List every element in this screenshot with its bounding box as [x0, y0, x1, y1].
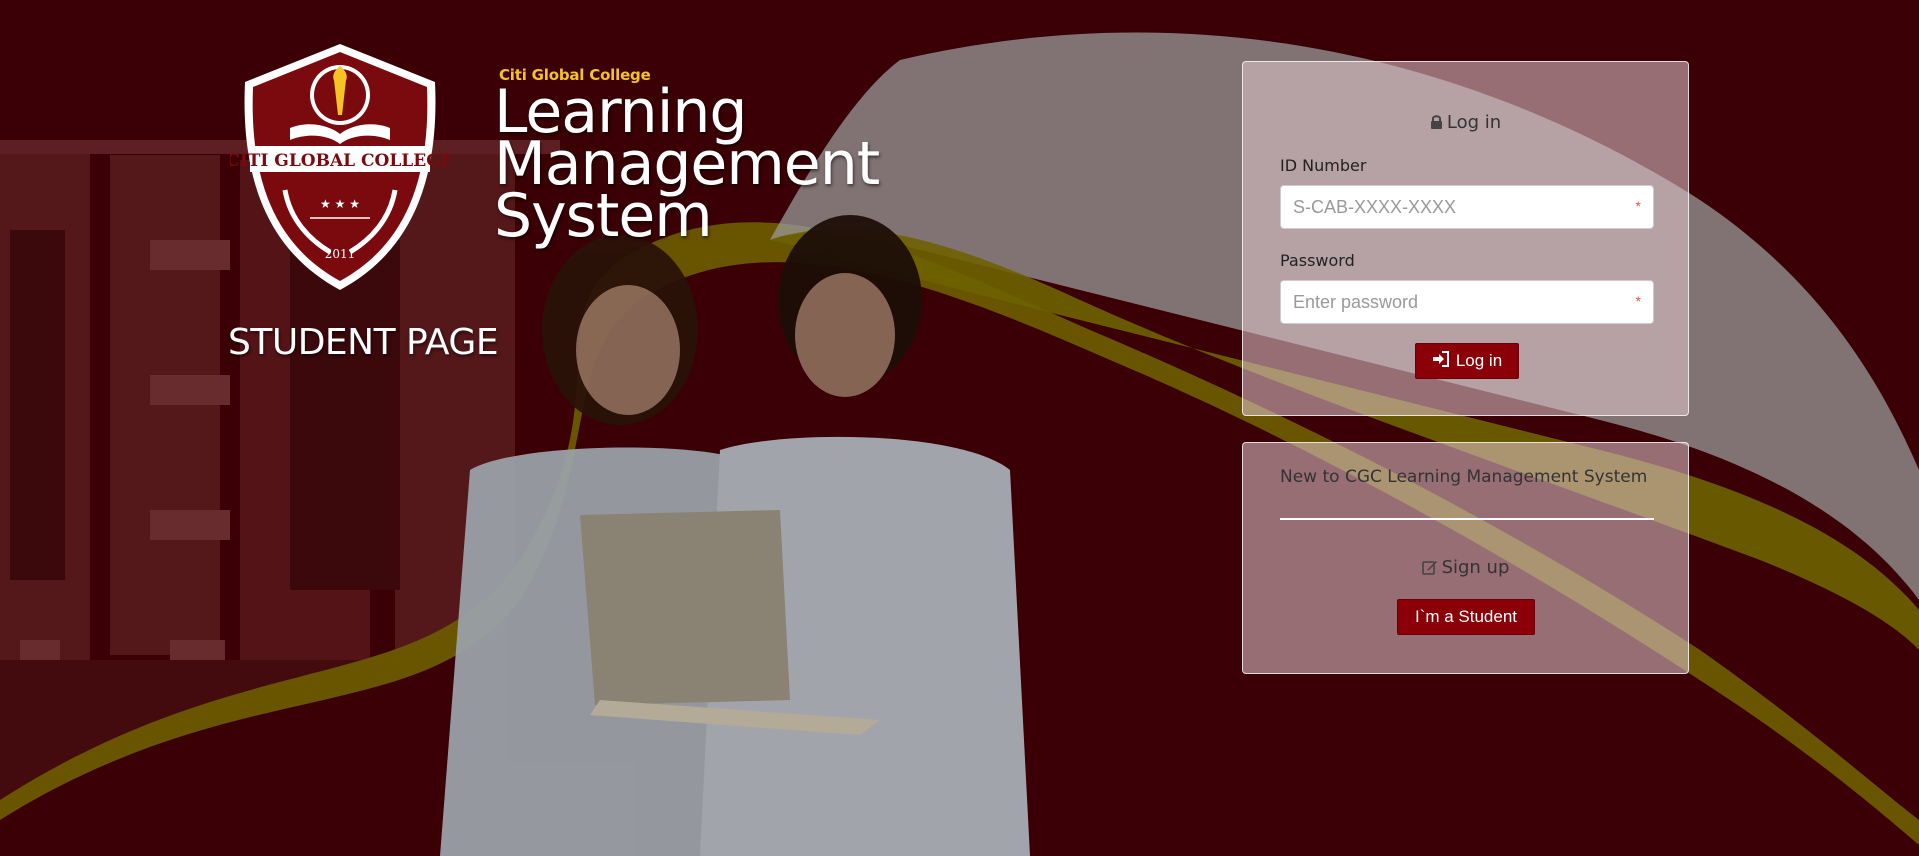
system-title: Learning Management System — [494, 82, 954, 246]
signup-title-text: Sign up — [1441, 557, 1510, 578]
required-marker: * — [1635, 293, 1641, 309]
login-title-text: Log in — [1446, 112, 1502, 133]
lock-icon — [1430, 114, 1443, 135]
page-label: STUDENT PAGE — [228, 322, 499, 363]
signup-panel: New to CGC Learning Management System Si… — [1242, 442, 1689, 674]
id-number-input[interactable] — [1281, 186, 1621, 228]
college-logo: CITI GLOBAL COLLEGE ★ ★ ★ 2011 — [230, 44, 450, 290]
password-field-wrapper: * — [1280, 280, 1654, 324]
password-label: Password — [1280, 251, 1355, 270]
signup-title: Sign up — [1243, 557, 1688, 580]
student-button-label: I`m a Student — [1414, 607, 1518, 626]
login-button[interactable]: Log in — [1415, 343, 1519, 379]
svg-text:2011: 2011 — [325, 247, 356, 261]
sign-in-icon — [1432, 350, 1450, 372]
login-button-label: Log in — [1455, 351, 1503, 370]
password-input[interactable] — [1281, 281, 1621, 323]
login-panel: Log in ID Number * Password * Log in — [1242, 61, 1689, 416]
id-number-label: ID Number — [1280, 156, 1367, 175]
svg-text:★ ★ ★: ★ ★ ★ — [320, 197, 360, 211]
im-a-student-button[interactable]: I`m a Student — [1397, 599, 1535, 635]
signup-prompt: New to CGC Learning Management System — [1280, 467, 1648, 487]
login-title: Log in — [1243, 112, 1688, 135]
required-marker: * — [1635, 198, 1641, 214]
divider — [1280, 518, 1654, 520]
id-number-field-wrapper: * — [1280, 185, 1654, 229]
edit-icon — [1421, 559, 1438, 580]
svg-text:CITI GLOBAL COLLEGE: CITI GLOBAL COLLEGE — [230, 151, 450, 171]
